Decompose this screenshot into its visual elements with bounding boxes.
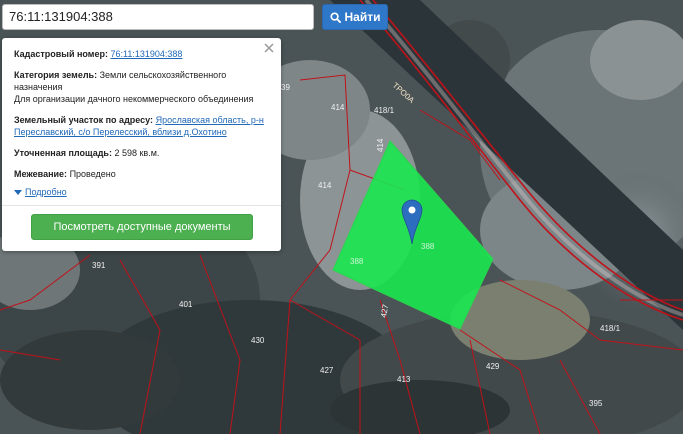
parcel-label: 388: [421, 242, 435, 251]
area-label: Уточненная площадь:: [14, 148, 112, 158]
parcel-label: 395: [589, 399, 603, 408]
parcel-label: 39: [281, 83, 290, 92]
parcel-label: 429: [486, 362, 500, 371]
parcel-label: 414: [318, 181, 332, 190]
address-row: Земельный участок по адресу: Ярославская…: [14, 114, 269, 138]
category-row: Категория земель: Земли сельскохозяйстве…: [14, 69, 269, 105]
address-label: Земельный участок по адресу:: [14, 115, 154, 125]
search-icon: [329, 11, 341, 23]
cadastral-link[interactable]: 76:11:131904:388: [110, 49, 182, 59]
more-link[interactable]: Подробно: [25, 187, 67, 197]
cadastral-label: Кадастровый номер:: [14, 49, 108, 59]
parcel-label: 430: [251, 336, 265, 345]
parcel-label: 414: [376, 138, 385, 152]
search-button-label: Найти: [344, 10, 381, 24]
category-note: Для организации дачного некоммерческого …: [14, 94, 254, 104]
parcel-label: 418/1: [374, 106, 395, 115]
close-icon[interactable]: [263, 42, 275, 54]
area-row: Уточненная площадь: 2 598 кв.м.: [14, 147, 269, 159]
divider: [2, 205, 281, 206]
survey-label: Межевание:: [14, 169, 68, 179]
survey-value: Проведено: [69, 169, 116, 179]
survey-row: Межевание: Проведено: [14, 168, 269, 180]
cadastral-row: Кадастровый номер: 76:11:131904:388: [14, 48, 269, 60]
area-value: 2 598 кв.м.: [114, 148, 160, 158]
search-button[interactable]: Найти: [322, 4, 388, 30]
parcel-label: 401: [179, 300, 193, 309]
parcel-label: 388: [350, 257, 364, 266]
parcel-label: 414: [331, 103, 345, 112]
more-toggle[interactable]: Подробно: [14, 187, 269, 197]
parcel-label: 391: [92, 261, 106, 270]
view-documents-button[interactable]: Посмотреть доступные документы: [31, 214, 253, 240]
caret-down-icon: [14, 189, 22, 195]
category-label: Категория земель:: [14, 70, 98, 80]
parcel-info-card: Кадастровый номер: 76:11:131904:388 Кате…: [2, 38, 281, 251]
parcel-label: 427: [320, 366, 334, 375]
parcel-label: 413: [397, 375, 411, 384]
search-input[interactable]: 76:11:131904:388: [2, 4, 314, 30]
parcel-label: 418/1: [600, 324, 621, 333]
